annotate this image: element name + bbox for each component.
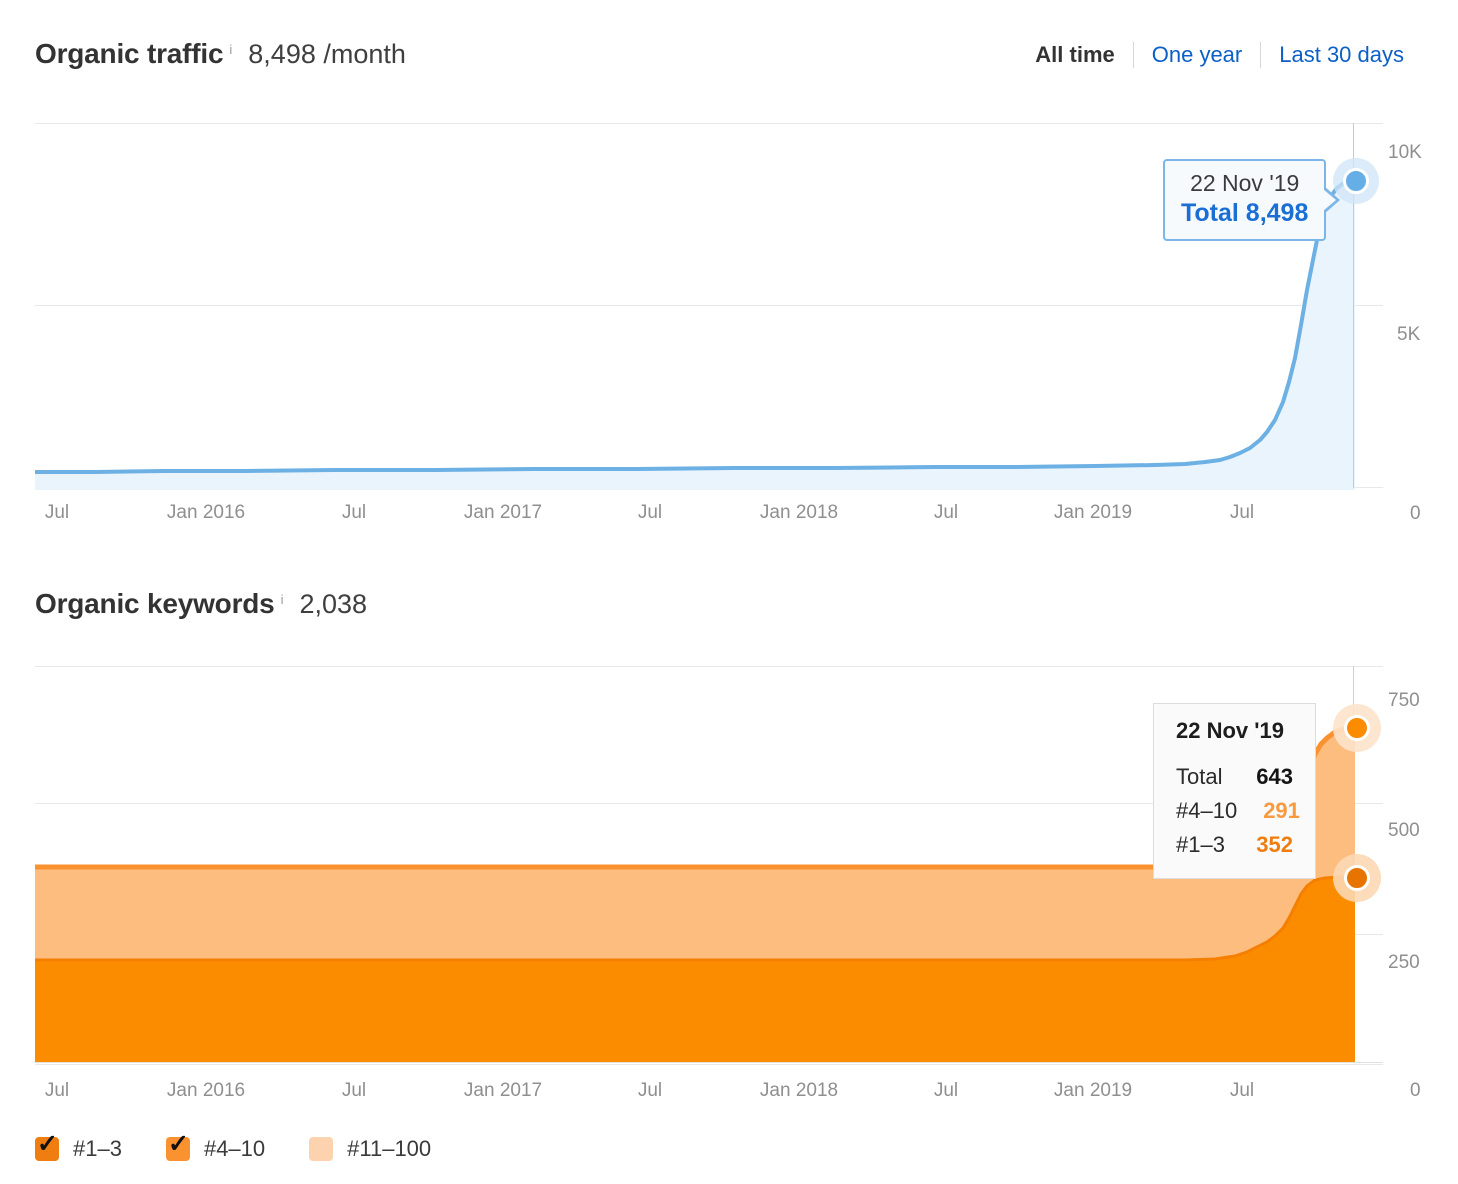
- x-tick-8: Jul: [1229, 1080, 1255, 1101]
- traffic-area-series: [35, 179, 1355, 490]
- x-tick-5: Jan 2018: [759, 502, 839, 523]
- traffic-tooltip: 22 Nov '19 Total 8,498: [1163, 159, 1341, 241]
- x-tick-0: Jul: [44, 502, 70, 523]
- y-tick-0: 0: [1410, 503, 1421, 524]
- y-tick-750: 750: [1388, 690, 1420, 711]
- x-tick-0: Jul: [44, 1080, 70, 1101]
- legend-item-4-10[interactable]: ✓ #4–10: [165, 1132, 266, 1162]
- y-tick-5k: 5K: [1397, 324, 1421, 345]
- traffic-tooltip-date: 22 Nov '19: [1190, 170, 1300, 196]
- x-tick-7: Jan 2019: [1053, 502, 1133, 523]
- keywords-tooltip-value-total: 643: [1256, 764, 1293, 789]
- y-tick-500: 500: [1388, 820, 1420, 841]
- organic-keywords-header: Organic keywords i 2,038: [35, 588, 367, 620]
- x-tick-2: Jul: [341, 1080, 367, 1101]
- keywords-tooltip-key-total: Total: [1176, 764, 1223, 789]
- keywords-tooltip-key-4-10: #4–10: [1176, 798, 1238, 824]
- organic-metrics-page: Organic traffic i 8,498 /month All time …: [0, 0, 1458, 1184]
- check-icon: ✓: [37, 1130, 58, 1158]
- x-tick-3: Jan 2017: [463, 502, 543, 523]
- keywords-tooltip-row-4-10: #4–10 291: [1176, 794, 1300, 828]
- x-tick-1: Jan 2016: [166, 502, 246, 523]
- organic-keywords-chart[interactable]: 750 500 250 0 22 Nov '19 Total 643 #4–10…: [0, 640, 1458, 1140]
- organic-keywords-value: 2,038: [299, 589, 368, 619]
- legend-label-4-10: #4–10: [203, 1136, 266, 1161]
- keywords-tooltip-value-1-3: 352: [1256, 832, 1293, 858]
- legend-label-11-100: #11–100: [347, 1136, 432, 1161]
- keywords-tooltip-key-1-3: #1–3: [1176, 832, 1225, 858]
- x-tick-1: Jan 2016: [166, 1080, 246, 1101]
- x-tick-3: Jan 2017: [463, 1080, 543, 1101]
- legend-item-1-3[interactable]: ✓ #1–3: [35, 1132, 122, 1162]
- keywords-tooltip: 22 Nov '19 Total 643 #4–10 291 #1–3 352: [1153, 703, 1316, 880]
- x-tick-4: Jul: [637, 1080, 663, 1101]
- x-tick-5: Jan 2018: [759, 1080, 839, 1101]
- checkbox-1-3[interactable]: ✓: [35, 1132, 59, 1161]
- keywords-tooltip-row-total: Total 643: [1176, 760, 1293, 794]
- gridline-250: [35, 1064, 1383, 1065]
- x-tick-6: Jul: [933, 502, 959, 523]
- x-tick-6: Jul: [933, 1080, 959, 1101]
- x-tick-8: Jul: [1229, 502, 1255, 523]
- tooltip-arrow-inner: [1323, 189, 1337, 211]
- y-tick-0: 0: [1410, 1080, 1421, 1101]
- keywords-tooltip-date: 22 Nov '19: [1176, 718, 1284, 743]
- traffic-tooltip-total: Total 8,498: [1181, 198, 1309, 227]
- y-tick-250: 250: [1388, 952, 1420, 973]
- x-tick-4: Jul: [637, 502, 663, 523]
- page-title-organic-keywords: Organic keywords: [35, 588, 275, 619]
- organic-traffic-chart[interactable]: 10K 5K 0 22 Nov '19 Total 8,498 Jul Jan …: [0, 0, 1458, 540]
- legend-item-11-100[interactable]: #11–100: [309, 1136, 431, 1162]
- keywords-tooltip-value-4-10: 291: [1263, 798, 1300, 824]
- gridline-baseline: [35, 1062, 1383, 1063]
- keywords-legend: ✓ #1–3 ✓ #4–10 #11–100: [35, 1132, 431, 1162]
- y-tick-10k: 10K: [1388, 142, 1422, 163]
- check-icon: ✓: [167, 1130, 189, 1158]
- info-icon[interactable]: i: [281, 592, 284, 607]
- checkbox-11-100[interactable]: [309, 1137, 334, 1161]
- x-tick-7: Jan 2019: [1053, 1080, 1133, 1101]
- x-tick-2: Jul: [341, 502, 367, 523]
- legend-label-1-3: #1–3: [73, 1136, 122, 1161]
- checkbox-4-10[interactable]: ✓: [165, 1132, 190, 1161]
- keywords-tooltip-row-1-3: #1–3 352: [1176, 828, 1293, 862]
